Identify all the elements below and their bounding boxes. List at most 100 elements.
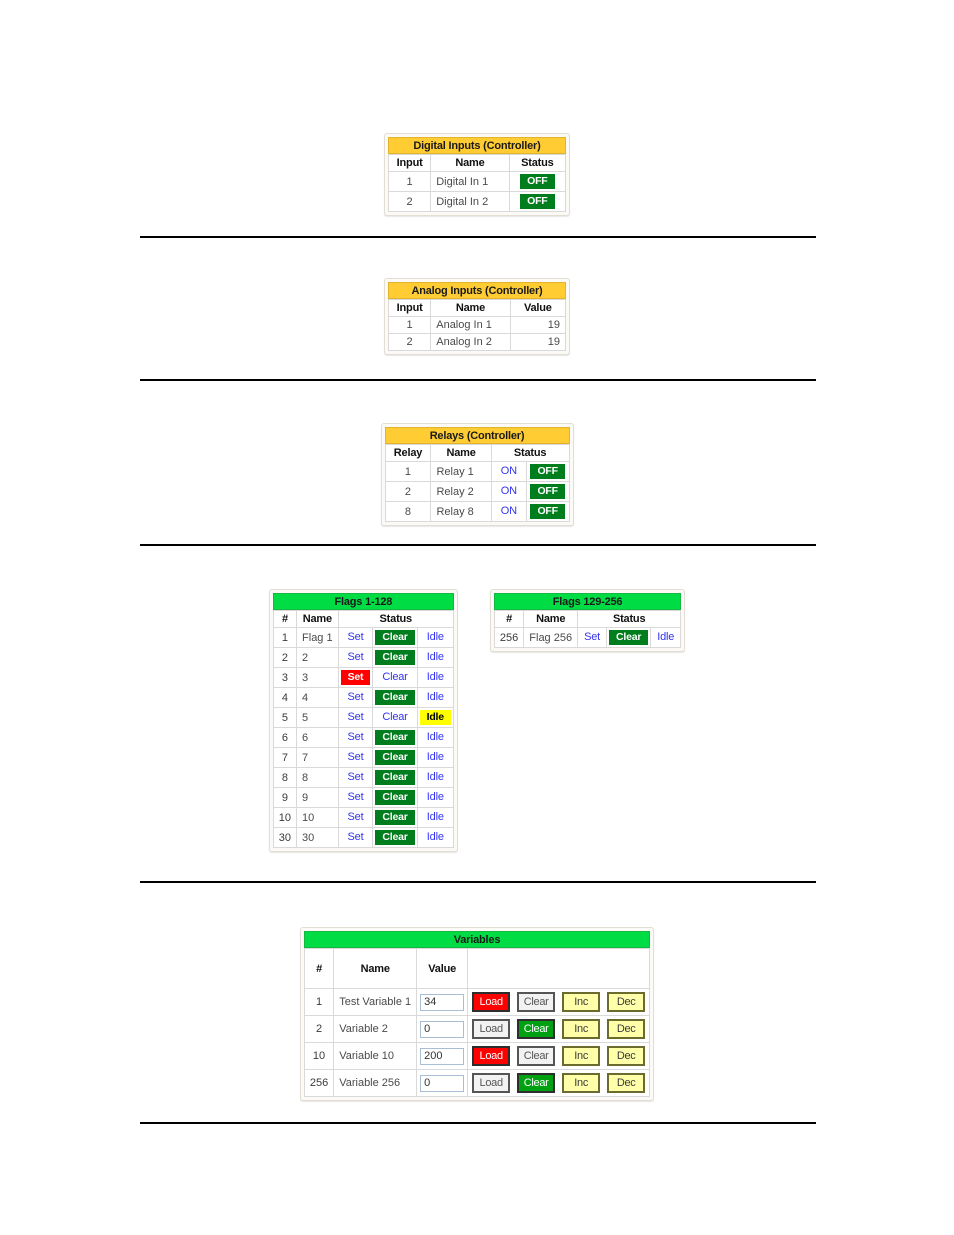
flag-set-action[interactable]: Set [344,770,368,785]
relay-on-link[interactable]: ON [497,504,521,519]
status-badge-off[interactable]: OFF [520,174,555,189]
flag-clear-action[interactable]: Clear [609,630,649,645]
column-header-number: # [493,610,525,628]
digital-input-number: 2 [387,191,432,212]
relay-off-badge[interactable]: OFF [530,504,565,519]
flag-set-action[interactable]: Set [580,630,604,645]
variable-load-button[interactable]: Load [472,1073,511,1093]
flag-idle-action[interactable]: Idle [423,690,448,705]
table-row: 2Variable 2 Load Clear Inc Dec [303,1015,651,1043]
flag-clear-action[interactable]: Clear [375,730,415,745]
flag-set-cell: Set [337,687,374,708]
table-header-row: Relay Name Status [384,444,570,462]
variable-inc-button[interactable]: Inc [562,1046,601,1066]
variable-dec-button[interactable]: Dec [607,1073,646,1093]
table-row: 9 9 Set Clear Idle [272,787,454,808]
flag-set-cell: Set [337,767,374,788]
flag-idle-action[interactable]: Idle [423,650,448,665]
flags-section: Flags 1-128 # Name Status 1 Flag 1 Set Clea… [0,589,954,852]
variable-inc-button[interactable]: Inc [562,1073,601,1093]
table-row: 2 2 Set Clear Idle [272,647,454,668]
variable-load-button[interactable]: Load [472,1046,511,1066]
flag-set-action[interactable]: Set [344,690,368,705]
variable-dec-button[interactable]: Dec [607,992,646,1012]
flag-clear-action[interactable]: Clear [375,630,415,645]
table-row: 6 6 Set Clear Idle [272,727,454,748]
digital-inputs-title: Digital Inputs (Controller) [388,137,566,154]
status-badge-off[interactable]: OFF [520,194,555,209]
relay-on-link[interactable]: ON [497,484,521,499]
flag-clear-action[interactable]: Clear [375,770,415,785]
flag-idle-action[interactable]: Idle [423,830,448,845]
flag-clear-action[interactable]: Clear [378,670,411,685]
flag-set-action[interactable]: Set [344,650,368,665]
relay-off-badge[interactable]: OFF [530,484,565,499]
flag-set-action[interactable]: Set [344,790,368,805]
flag-set-action[interactable]: Set [344,810,368,825]
flag-set-action[interactable]: Set [344,730,368,745]
flag-idle-action[interactable]: Idle [423,670,448,685]
variable-actions-cell: Load Clear Inc Dec [467,1069,651,1097]
flag-clear-action[interactable]: Clear [375,810,415,825]
flag-clear-action[interactable]: Clear [375,650,415,665]
variable-inc-button[interactable]: Inc [562,1019,601,1039]
flag-set-cell: Set [337,627,374,648]
relay-off-cell: OFF [525,461,570,482]
flag-idle-cell: Idle [416,687,454,708]
variable-inc-button[interactable]: Inc [562,992,601,1012]
flag-idle-action[interactable]: Idle [423,770,448,785]
flag-idle-action[interactable]: Idle [423,750,448,765]
flag-idle-action[interactable]: Idle [653,630,678,645]
table-header-row: # Name Status [272,610,454,628]
column-header-input: Input [387,154,432,172]
column-header-input: Input [387,299,432,317]
flag-set-action[interactable]: Set [344,750,368,765]
variable-load-button[interactable]: Load [472,1019,511,1039]
flag-idle-cell: Idle [650,627,682,648]
variable-clear-button[interactable]: Clear [517,1019,556,1039]
relay-on-link[interactable]: ON [497,464,521,479]
flag-idle-action[interactable]: Idle [419,710,451,725]
flag-set-action[interactable]: Set [340,670,371,685]
flag-idle-action[interactable]: Idle [423,790,448,805]
variable-clear-button[interactable]: Clear [517,992,556,1012]
variables-section: Variables # Name Value 1Test Variable 1 L… [0,927,954,1101]
analog-inputs-panel: Analog Inputs (Controller) Input Name Va… [384,278,570,355]
variable-dec-button[interactable]: Dec [607,1019,646,1039]
flag-clear-action[interactable]: Clear [375,830,415,845]
variable-clear-button[interactable]: Clear [517,1046,556,1066]
table-row: 30 30 Set Clear Idle [272,827,454,848]
variable-clear-button[interactable]: Clear [517,1073,556,1093]
flag-set-action[interactable]: Set [344,710,368,725]
flag-idle-action[interactable]: Idle [423,730,448,745]
flags-high-body: 256 Flag 256 Set Clear Idle [493,627,682,648]
variable-number: 256 [303,1069,335,1097]
flag-clear-action[interactable]: Clear [375,750,415,765]
variable-actions-cell: Load Clear Inc Dec [467,988,651,1016]
column-header-status: Status [508,154,567,172]
relays-panel: Relays (Controller) Relay Name Status 1 … [380,423,574,526]
variable-value-input[interactable] [420,1074,465,1092]
variable-load-button[interactable]: Load [472,992,511,1012]
flag-set-action[interactable]: Set [344,630,368,645]
relays-section: Relays (Controller) Relay Name Status 1 … [0,423,954,526]
flag-set-action[interactable]: Set [344,830,368,845]
variable-dec-button[interactable]: Dec [607,1046,646,1066]
section-divider [140,236,816,238]
flag-idle-cell: Idle [416,647,454,668]
variable-value-input[interactable] [420,1020,465,1038]
analog-inputs-section: Analog Inputs (Controller) Input Name Va… [0,278,954,355]
table-row: 2 Relay 2 ON OFF [384,481,570,502]
variable-value-input[interactable] [420,1047,465,1065]
relay-off-badge[interactable]: OFF [530,464,565,479]
flag-idle-action[interactable]: Idle [423,810,448,825]
flag-idle-action[interactable]: Idle [423,630,448,645]
variable-value-input[interactable] [420,993,465,1011]
flag-clear-action[interactable]: Clear [378,710,411,725]
relay-on-cell: ON [490,461,527,482]
flag-idle-cell: Idle [416,727,454,748]
section-divider [140,881,816,883]
flag-clear-action[interactable]: Clear [375,790,415,805]
flag-clear-action[interactable]: Clear [375,690,415,705]
column-header-name: Name [523,610,579,628]
